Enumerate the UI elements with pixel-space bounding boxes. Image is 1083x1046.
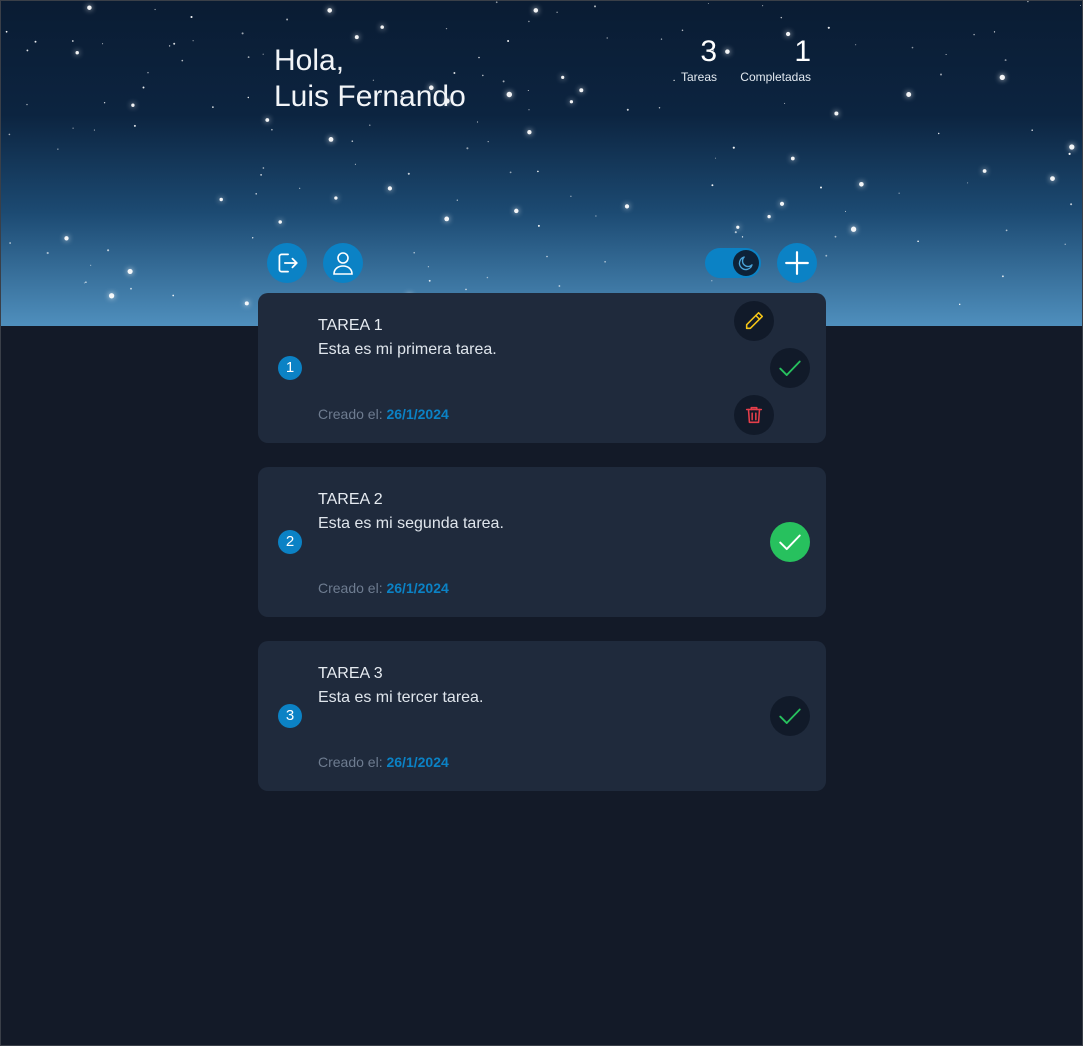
starry-header-background [1,1,1082,326]
task-created-date: 26/1/2024 [386,406,449,422]
theme-toggle[interactable] [705,248,761,278]
task-card: 3 TAREA 3 Esta es mi tercer tarea. Cread… [258,641,826,791]
task-description: Esta es mi segunda tarea. [318,515,504,532]
task-created-label: Creado el: [318,754,383,770]
stat-completed: 1 Completadas [731,35,811,84]
task-card: 2 TAREA 2 Esta es mi segunda tarea. Crea… [258,467,826,617]
plus-icon [785,251,809,275]
stars-decoration [5,1,1082,315]
task-created: Creado el: 26/1/2024 [318,406,449,422]
logout-button[interactable] [267,243,307,283]
greeting-user-name: Luis Fernando [274,80,466,113]
task-created-label: Creado el: [318,580,383,596]
logout-icon [278,253,298,273]
task-created-label: Creado el: [318,406,383,422]
greeting: Hola, Luis Fernando [274,43,466,115]
check-icon [779,534,801,551]
pencil-icon [745,311,764,330]
profile-button[interactable] [323,243,363,283]
task-created-date: 26/1/2024 [386,754,449,770]
task-number-badge: 2 [278,530,302,554]
add-task-button[interactable] [777,243,817,283]
trash-icon [745,406,763,424]
task-title: TAREA 2 [318,491,383,508]
greeting-hello: Hola, [274,44,345,77]
task-description: Esta es mi tercer tarea. [318,689,484,706]
theme-toggle-knob [733,250,759,276]
task-number-badge: 3 [278,704,302,728]
task-description: Esta es mi primera tarea. [318,341,497,358]
task-title: TAREA 3 [318,665,383,682]
check-icon [779,708,801,724]
tasks-label: Tareas [680,70,717,84]
app-frame: Hola, Luis Fernando 3 Tareas 1 Completad… [0,0,1083,1046]
tasks-count: 3 [700,35,717,68]
task-title: TAREA 1 [318,317,383,334]
task-card: 1 TAREA 1 Esta es mi primera tarea. Crea… [258,293,826,443]
user-icon [333,252,353,275]
complete-task-button[interactable] [770,348,810,388]
complete-task-button[interactable] [770,696,810,736]
edit-task-button[interactable] [734,301,774,341]
delete-task-button[interactable] [734,395,774,435]
task-created: Creado el: 26/1/2024 [318,580,449,596]
completed-label: Completadas [740,70,811,84]
check-icon [779,360,801,376]
task-created-date: 26/1/2024 [386,580,449,596]
stat-tasks: 3 Tareas [673,35,717,84]
complete-task-button[interactable] [770,522,810,562]
task-created: Creado el: 26/1/2024 [318,754,449,770]
completed-count: 1 [794,35,811,68]
moon-icon [738,256,753,271]
task-number-badge: 1 [278,356,302,380]
